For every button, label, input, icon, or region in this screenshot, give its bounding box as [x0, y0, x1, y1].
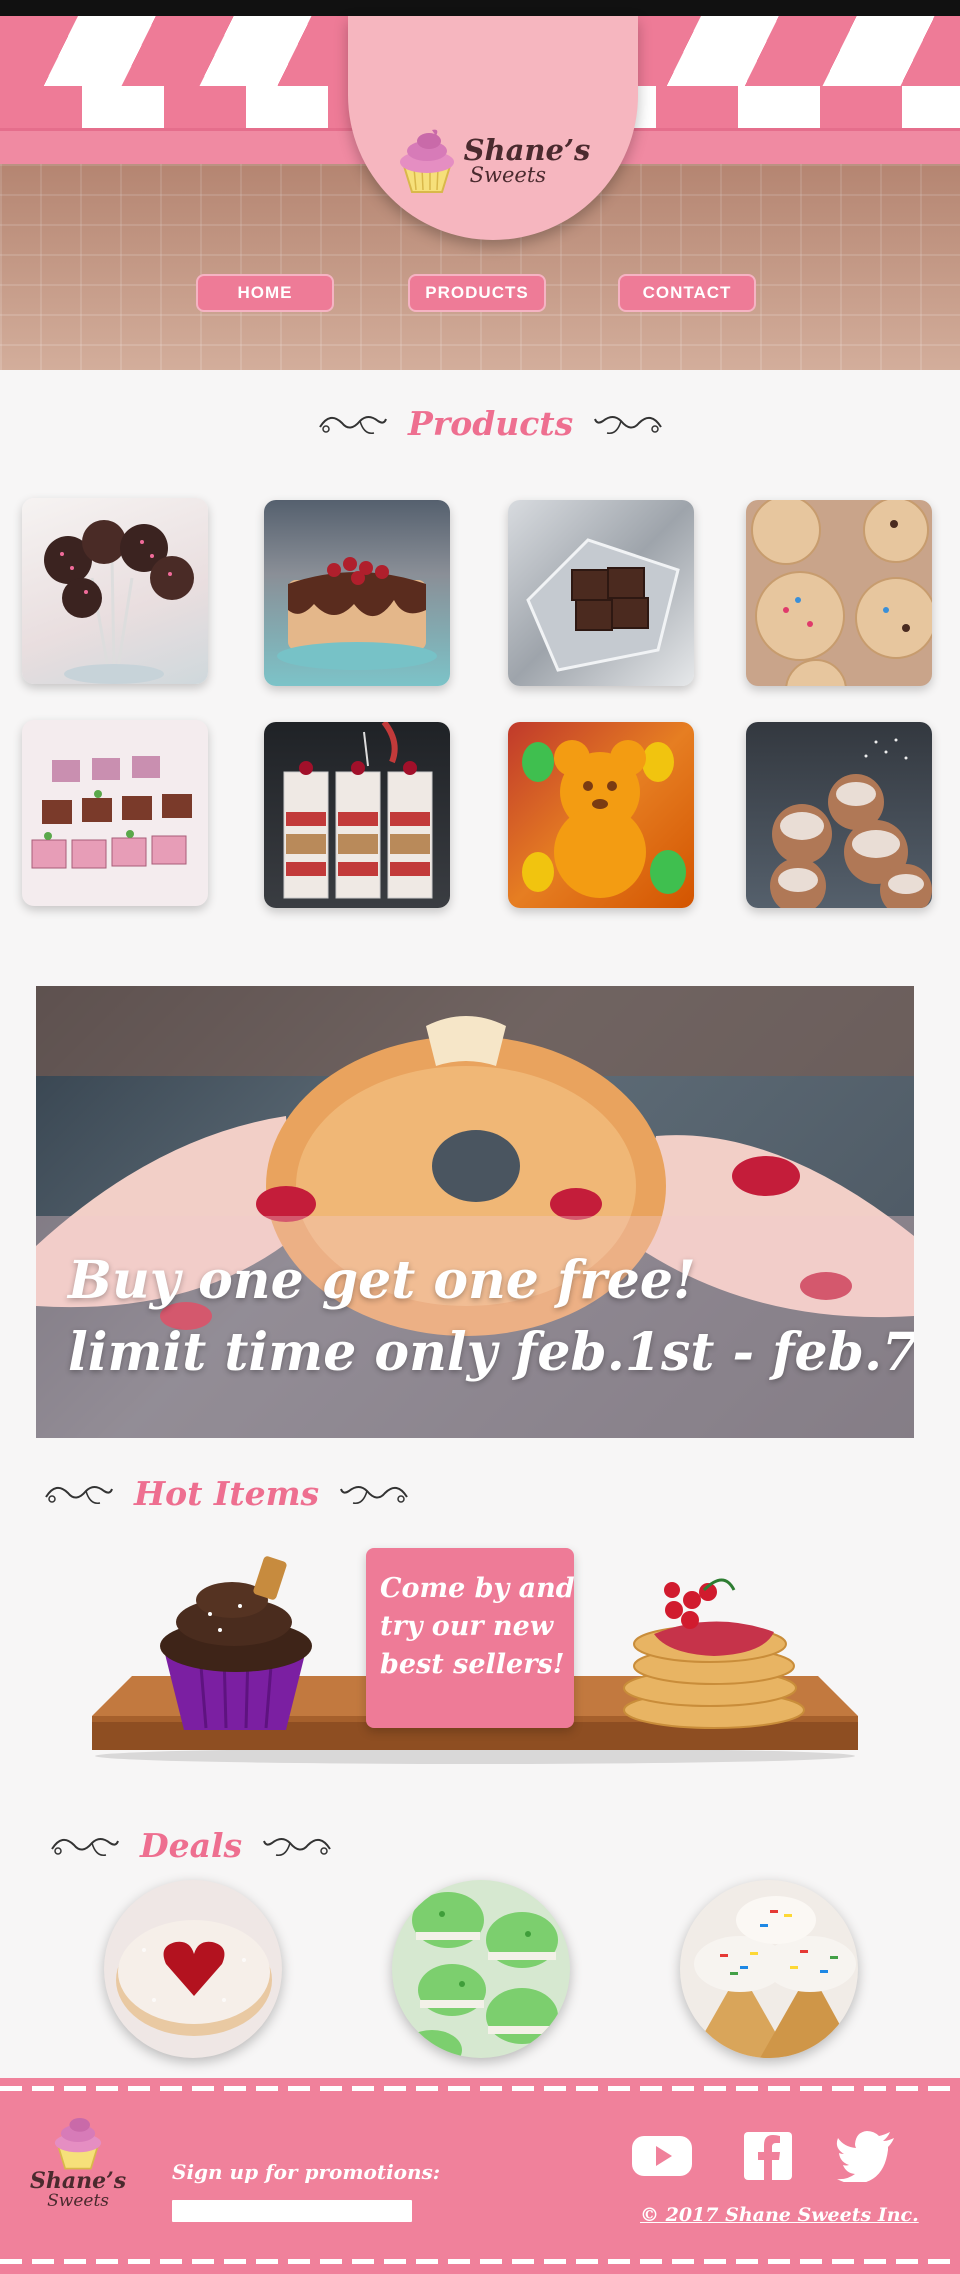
product-tile-chocolate-bar[interactable] — [508, 500, 694, 686]
brand-name: Shane’s — [463, 133, 591, 167]
waffles-image[interactable] — [614, 1570, 814, 1730]
sprinkle-cones-image — [690, 1896, 858, 2058]
chocolate-bar-image — [526, 538, 680, 672]
parfaits-image — [283, 722, 433, 899]
flourish-right-icon — [263, 1837, 331, 1856]
product-tile-chocolate-cake[interactable] — [264, 500, 450, 686]
product-tile-parfaits[interactable] — [264, 722, 450, 908]
cupcake-logo-icon — [399, 129, 454, 193]
nav-contact-button[interactable]: CONTACT — [618, 274, 756, 312]
hot-items-heading: Hot Items — [42, 1474, 411, 1513]
hot-items-callout: Come by and try our new best sellers! — [366, 1548, 575, 1728]
callout-line-3: best sellers! — [380, 1649, 565, 1680]
brand-subname: Sweets — [469, 163, 547, 187]
products-heading: Products — [316, 404, 665, 443]
product-tile-cookies[interactable] — [746, 500, 932, 686]
footer-brand-subname: Sweets — [47, 2191, 110, 2211]
nav-home-button[interactable]: HOME — [196, 274, 334, 312]
cupcake-logo-icon — [54, 2118, 102, 2170]
deal-heart-cookie[interactable] — [104, 1880, 282, 2058]
deals-heading: Deals — [48, 1826, 334, 1865]
footer — [0, 2078, 960, 2274]
product-tile-gummy-bears[interactable] — [508, 722, 694, 908]
promo-line-2: limit time only feb.1st - feb.7th — [68, 1322, 914, 1383]
gummy-bears-image — [522, 740, 686, 898]
cake-pops-image — [44, 520, 194, 684]
main-nav: HOME PRODUCTS CONTACT — [0, 274, 960, 314]
footer-logo[interactable]: Shane’s Sweets — [30, 2112, 126, 2211]
logo[interactable]: Shane’s Sweets — [396, 126, 591, 196]
heart-cookie-image — [116, 1920, 272, 2036]
product-tile-petit-fours[interactable] — [22, 720, 208, 906]
powdered-donuts-image — [770, 738, 932, 908]
product-tile-cake-pops[interactable] — [22, 498, 208, 684]
nav-products-button[interactable]: PRODUCTS — [408, 274, 546, 312]
products-title: Products — [408, 404, 574, 443]
chocolate-cake-image — [277, 557, 437, 670]
copyright-text[interactable]: © 2017 Shane Sweets Inc. — [640, 2204, 919, 2226]
twitter-icon[interactable] — [836, 2130, 896, 2182]
signup-label: Sign up for promotions: — [172, 2160, 441, 2184]
macarons-image — [402, 1892, 558, 2058]
product-tile-powdered-donuts[interactable] — [746, 722, 932, 908]
top-bar — [0, 0, 960, 16]
deal-sprinkle-cones[interactable] — [680, 1880, 858, 2058]
deal-macarons[interactable] — [392, 1880, 570, 2058]
petit-fours-image — [31, 756, 192, 869]
flourish-right-icon — [594, 415, 663, 434]
flourish-left-icon — [45, 1485, 113, 1504]
deals-title: Deals — [140, 1826, 243, 1865]
flourish-right-icon — [340, 1485, 408, 1504]
facebook-icon[interactable] — [738, 2130, 798, 2182]
promo-line-1: Buy one get one free! — [68, 1250, 696, 1311]
flourish-left-icon — [51, 1837, 119, 1856]
signup-email-input[interactable] — [172, 2200, 412, 2222]
callout-line-1: Come by and — [380, 1573, 575, 1604]
cupcake-image[interactable] — [150, 1550, 320, 1736]
flourish-left-icon — [319, 415, 387, 434]
promo-banner[interactable]: Buy one get one free! limit time only fe… — [36, 986, 914, 1438]
cookies-image — [751, 500, 932, 686]
youtube-icon[interactable] — [632, 2130, 692, 2182]
hot-items-title: Hot Items — [134, 1474, 320, 1513]
callout-line-2: try our new — [380, 1611, 554, 1642]
footer-brand-name: Shane’s — [30, 2168, 127, 2194]
